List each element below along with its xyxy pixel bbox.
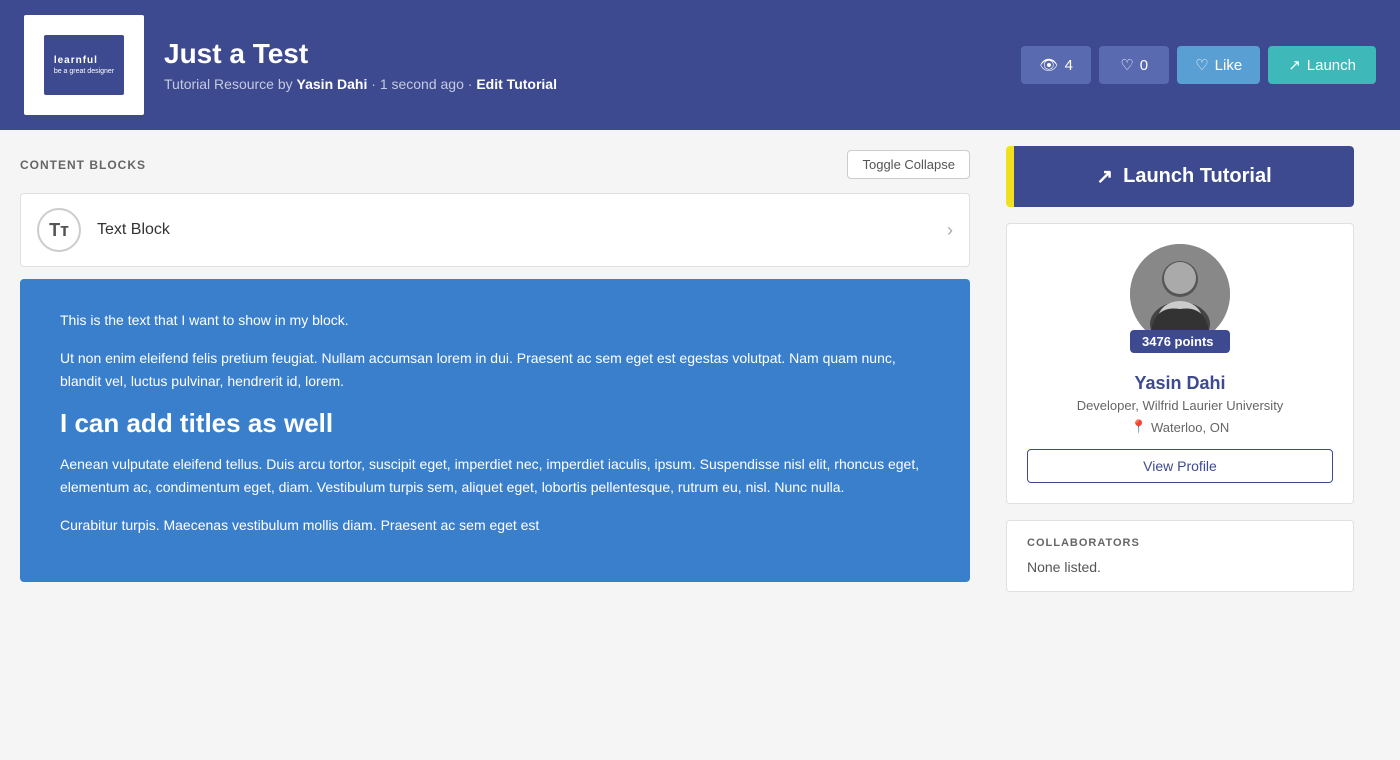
sidebar: ↗ Launch Tutorial: [990, 130, 1370, 608]
like-button[interactable]: ♡ Like: [1177, 46, 1260, 84]
preview-para2: Ut non enim eleifend felis pretium feugi…: [60, 347, 930, 392]
author-name-header: Yasin Dahi: [297, 76, 368, 92]
logo-text: learnful: [54, 55, 114, 66]
header-info: Just a Test Tutorial Resource by Yasin D…: [164, 38, 1001, 92]
views-count: 4: [1065, 57, 1073, 74]
header-actions: 👁 4 ♡ 0 ♡ Like ↗ Launch: [1021, 46, 1376, 84]
preview-para3: Aenean vulputate eleifend tellus. Duis a…: [60, 453, 930, 498]
preview-para4: Curabitur turpis. Maecenas vestibulum mo…: [60, 514, 930, 536]
location-text: Waterloo, ON: [1151, 420, 1229, 435]
author-name: Yasin Dahi: [1134, 373, 1225, 394]
author-points-badge: 3476 points: [1130, 330, 1230, 353]
likes-count-button[interactable]: ♡ 0: [1099, 46, 1169, 84]
view-profile-button[interactable]: View Profile: [1027, 449, 1333, 483]
launch-icon: ↗: [1288, 56, 1301, 74]
launch-label: Launch: [1307, 57, 1356, 74]
text-icon-label: Tт: [49, 220, 69, 241]
collaborators-none-text: None listed.: [1027, 559, 1333, 575]
launch-header-button[interactable]: ↗ Launch: [1268, 46, 1376, 84]
content-area: CONTENT BLOCKS Toggle Collapse Tт Text B…: [0, 130, 990, 602]
meta-prefix: Tutorial Resource by: [164, 76, 297, 92]
avatar: [1130, 244, 1230, 344]
collaborators-card: COLLABORATORS None listed.: [1006, 520, 1354, 592]
text-block-item[interactable]: Tт Text Block ›: [20, 193, 970, 267]
location-icon: 📍: [1131, 419, 1147, 435]
content-blocks-header: CONTENT BLOCKS Toggle Collapse: [20, 150, 970, 179]
edit-tutorial-link[interactable]: Edit Tutorial: [476, 76, 557, 92]
preview-para1: This is the text that I want to show in …: [60, 309, 930, 331]
author-avatar-wrap: 3476 points: [1130, 244, 1230, 353]
like-heart-icon: ♡: [1195, 56, 1208, 74]
collaborators-title: COLLABORATORS: [1027, 537, 1333, 549]
meta-time: 1 second ago: [380, 76, 464, 92]
launch-tutorial-label: Launch Tutorial: [1123, 165, 1272, 188]
text-block-label: Text Block: [97, 221, 947, 239]
toggle-collapse-button[interactable]: Toggle Collapse: [847, 150, 970, 179]
meta-separator1: ·: [371, 76, 380, 92]
like-label: Like: [1215, 57, 1243, 74]
author-location: 📍 Waterloo, ON: [1131, 419, 1229, 435]
content-preview: This is the text that I want to show in …: [20, 279, 970, 582]
logo-subtext: be a great designer: [54, 68, 114, 75]
chevron-right-icon: ›: [947, 220, 953, 241]
launch-tutorial-icon: ↗: [1096, 164, 1113, 189]
page-header: learnful be a great designer Just a Test…: [0, 0, 1400, 130]
logo: learnful be a great designer: [24, 15, 144, 115]
page-title: Just a Test: [164, 38, 1001, 70]
launch-tutorial-button[interactable]: ↗ Launch Tutorial: [1014, 146, 1354, 207]
author-role: Developer, Wilfrid Laurier University: [1077, 398, 1284, 413]
yellow-accent-bar: [1006, 146, 1014, 207]
views-button[interactable]: 👁 4: [1021, 46, 1091, 84]
heart-icon: ♡: [1120, 56, 1133, 74]
text-block-icon: Tт: [37, 208, 81, 252]
likes-count: 0: [1140, 57, 1148, 74]
preview-heading: I can add titles as well: [60, 408, 930, 439]
content-blocks-title: CONTENT BLOCKS: [20, 158, 146, 172]
launch-section: ↗ Launch Tutorial: [1006, 146, 1354, 207]
author-card: 3476 points Yasin Dahi Developer, Wilfri…: [1006, 223, 1354, 504]
header-meta: Tutorial Resource by Yasin Dahi · 1 seco…: [164, 76, 1001, 92]
eye-icon: 👁: [1040, 56, 1059, 74]
main-container: CONTENT BLOCKS Toggle Collapse Tт Text B…: [0, 130, 1400, 608]
